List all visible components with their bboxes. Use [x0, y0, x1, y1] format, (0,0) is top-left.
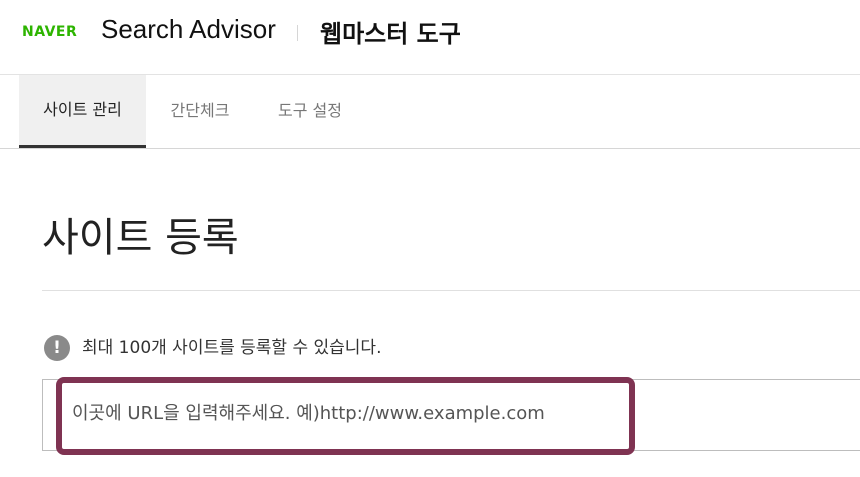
main-tabs: 사이트 관리 간단체크 도구 설정 — [0, 75, 860, 149]
site-limit-notice: 최대 100개 사이트를 등록할 수 있습니다. — [82, 338, 382, 358]
tab-site-management[interactable]: 사이트 관리 — [19, 75, 146, 148]
tab-tool-settings[interactable]: 도구 설정 — [254, 75, 366, 148]
page-title: 사이트 등록 — [42, 215, 239, 261]
naver-logo[interactable]: NAVER — [22, 24, 77, 40]
exclamation-icon: ! — [44, 335, 70, 361]
header-subtitle: 웹마스터 도구 — [320, 20, 461, 48]
section-divider — [42, 290, 860, 291]
url-input[interactable] — [72, 396, 617, 430]
header-divider — [297, 25, 298, 41]
top-header: NAVER Search Advisor 웹마스터 도구 — [0, 0, 860, 75]
tab-quick-check[interactable]: 간단체크 — [146, 75, 254, 148]
product-name[interactable]: Search Advisor — [101, 14, 276, 45]
